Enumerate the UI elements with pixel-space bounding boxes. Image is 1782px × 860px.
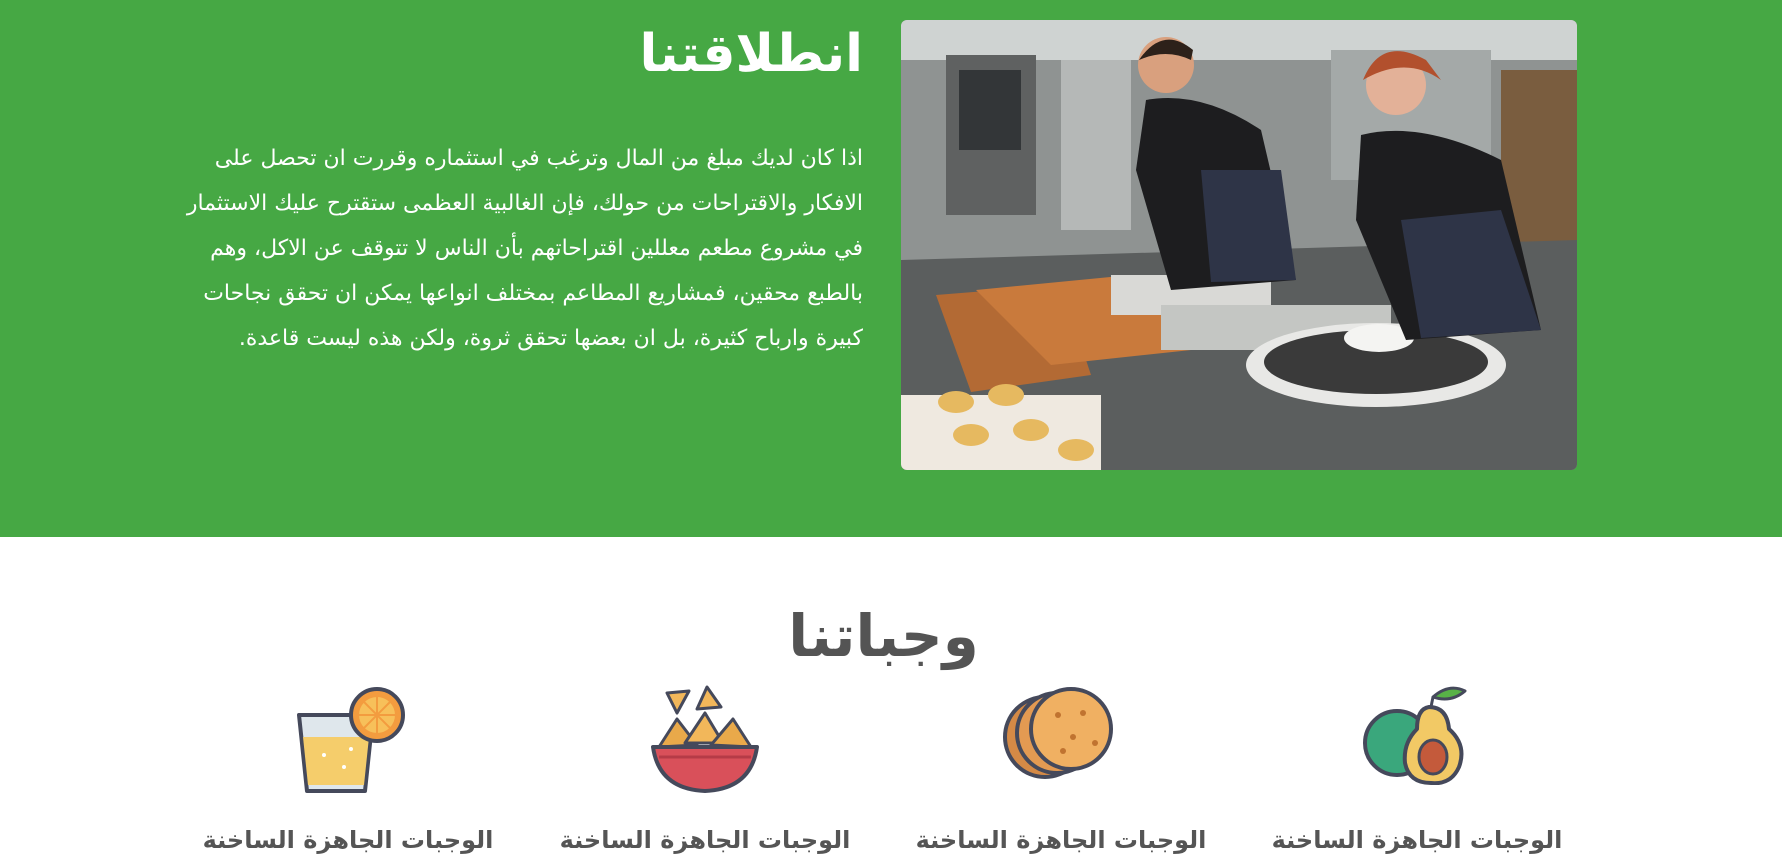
juice-glass-icon [297, 687, 405, 793]
meal-label: الوجبات الجاهزة الساخنة [915, 826, 1207, 854]
avocado-icon [1363, 686, 1467, 785]
meals-title: وجباتنا [788, 602, 979, 670]
nachos-bowl-icon [651, 685, 759, 793]
about-paragraph: اذا كان لديك مبلغ من المال وترغب في استث… [186, 146, 863, 351]
meal-card[interactable]: الوجبات الجاهزة الساخنة [555, 685, 855, 854]
tortilla-icon [1003, 687, 1113, 779]
about-section: انطلاقتنا اذا كان لديك مبلغ من المال وتر… [0, 0, 1782, 537]
about-title: انطلاقتنا [639, 24, 863, 84]
meal-label: الوجبات الجاهزة الساخنة [559, 826, 851, 854]
meal-card[interactable]: الوجبات الجاهزة الساخنة [198, 685, 498, 854]
meal-card[interactable]: الوجبات الجاهزة الساخنة [911, 685, 1211, 854]
chefs-kitchen-image [901, 20, 1577, 470]
meal-label: الوجبات الجاهزة الساخنة [202, 826, 494, 854]
meal-label: الوجبات الجاهزة الساخنة [1271, 826, 1563, 854]
meal-card[interactable]: الوجبات الجاهزة الساخنة [1267, 685, 1567, 854]
